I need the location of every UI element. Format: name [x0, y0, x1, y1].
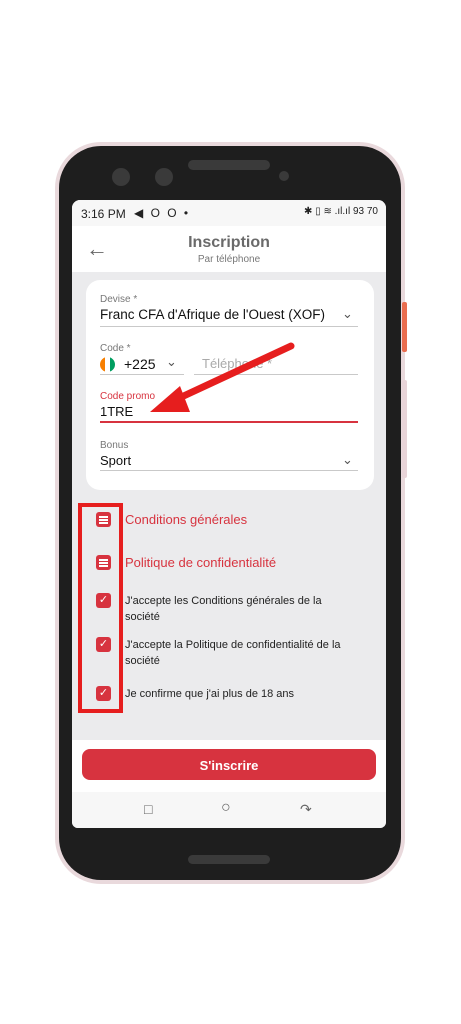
annotation-arrow [150, 342, 295, 412]
